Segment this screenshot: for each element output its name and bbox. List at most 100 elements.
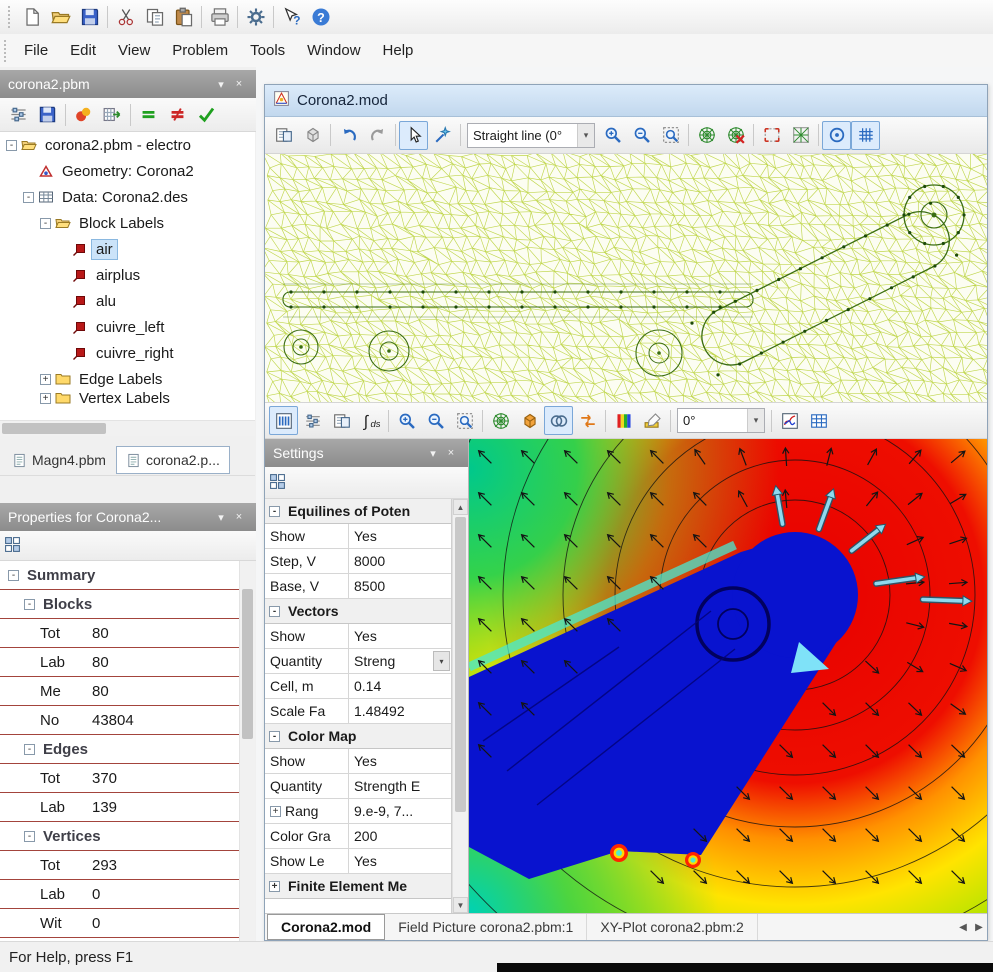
tree-item-cuivre-left[interactable]: cuivre_left	[0, 314, 255, 340]
prop-row-lab-0[interactable]: Lab0	[0, 880, 239, 909]
scroll-down-button[interactable]: ▼	[453, 897, 468, 913]
tree-item-air[interactable]: air	[0, 236, 255, 262]
cube-orange-button[interactable]	[515, 406, 544, 435]
tree-item-cuivre-right[interactable]: cuivre_right	[0, 340, 255, 366]
prop-row-tot-293[interactable]: Tot293	[0, 851, 239, 880]
field-value[interactable]: Streng▾	[349, 649, 451, 673]
prop-row-me-80[interactable]: Me80	[0, 677, 239, 706]
prop-section-blocks[interactable]: -Blocks	[0, 590, 239, 619]
zoom-dynamic-button[interactable]	[428, 121, 457, 150]
menu-window[interactable]: Window	[296, 34, 371, 67]
open-folder-button[interactable]	[46, 3, 75, 32]
tree-item-block-labels[interactable]: -Block Labels	[0, 210, 255, 236]
expand-toggle[interactable]: -	[24, 599, 35, 610]
settings-section-color-map[interactable]: -Color Map	[265, 724, 451, 749]
prop-section-edges[interactable]: -Edges	[0, 735, 239, 764]
prop-row-tot-370[interactable]: Tot370	[0, 764, 239, 793]
zoom-in-button[interactable]	[598, 121, 627, 150]
menu-problem[interactable]: Problem	[161, 34, 239, 67]
prop-row-no-43804[interactable]: No43804	[0, 706, 239, 735]
vertical-scrollbar[interactable]	[239, 561, 255, 941]
select-region-button[interactable]	[757, 121, 786, 150]
settings-gear-button[interactable]	[241, 3, 270, 32]
menu-view[interactable]: View	[107, 34, 161, 67]
zoom-out-button[interactable]	[627, 121, 656, 150]
field-value[interactable]: Yes	[349, 749, 451, 773]
collapse-panel-button[interactable]: ▾	[212, 511, 230, 524]
vertical-scrollbar[interactable]: ▲ ▼	[452, 499, 468, 913]
expand-toggle[interactable]: -	[40, 218, 51, 229]
select-arrow-button[interactable]	[399, 121, 428, 150]
angle-select-dropdown[interactable]: 0°▾	[677, 408, 765, 433]
settings-section-equilines-of-poten[interactable]: -Equilines of Poten	[265, 499, 451, 524]
scrollbar-thumb[interactable]	[242, 589, 253, 739]
copy-picture-button[interactable]	[269, 121, 298, 150]
cut-button[interactable]	[111, 3, 140, 32]
mesh-build-button[interactable]	[692, 121, 721, 150]
field-value[interactable]: 9.e-9, 7...	[349, 799, 451, 823]
line-select-dropdown[interactable]: Straight line (0°▾	[467, 123, 595, 148]
expand-toggle[interactable]: -	[269, 506, 280, 517]
menu-tools[interactable]: Tools	[239, 34, 296, 67]
nav-prev-button[interactable]: ◀	[955, 914, 971, 940]
field-value[interactable]: 8000	[349, 549, 451, 573]
prop-row-wit-0[interactable]: Wit0	[0, 909, 239, 938]
transfer-arrows-button[interactable]	[573, 406, 602, 435]
properties-sliders-button[interactable]	[298, 406, 327, 435]
contour-picture-button[interactable]	[269, 406, 298, 435]
check-green-button[interactable]	[192, 100, 221, 129]
save-button[interactable]	[33, 100, 62, 129]
prop-section-summary[interactable]: -Summary	[0, 561, 239, 590]
collapse-panel-button[interactable]: ▾	[212, 78, 230, 91]
paste-button[interactable]	[169, 3, 198, 32]
collapse-panel-button[interactable]: ▾	[424, 447, 442, 460]
field-value[interactable]: 200	[349, 824, 451, 848]
copy-button[interactable]	[140, 3, 169, 32]
point-snap-button[interactable]	[822, 121, 851, 150]
properties-sliders-button[interactable]	[4, 100, 33, 129]
zoom-out-button[interactable]	[421, 406, 450, 435]
prop-section-vertices[interactable]: -Vertices	[0, 822, 239, 851]
table-button[interactable]	[804, 406, 833, 435]
zoom-extents-button[interactable]	[656, 121, 685, 150]
close-panel-button[interactable]: ×	[230, 78, 248, 90]
tree-item-geometry-corona2[interactable]: Geometry: Corona2	[0, 158, 255, 184]
tree-item-alu[interactable]: alu	[0, 288, 255, 314]
circles-double-button[interactable]	[544, 406, 573, 435]
nav-next-button[interactable]: ▶	[971, 914, 987, 940]
mesh-delete-button[interactable]	[721, 121, 750, 150]
expand-toggle[interactable]: -	[24, 831, 35, 842]
integral-button[interactable]: ∫ds	[356, 406, 385, 435]
export-grid-button[interactable]	[98, 100, 127, 129]
prop-row-lab-80[interactable]: Lab80	[0, 648, 239, 677]
grid-button[interactable]	[851, 121, 880, 150]
scrollbar-thumb[interactable]	[455, 517, 466, 812]
mesh-build-button[interactable]	[486, 406, 515, 435]
print-button[interactable]	[205, 3, 234, 32]
chevron-down-icon[interactable]: ▾	[433, 651, 450, 671]
help-button[interactable]: ?	[306, 3, 335, 32]
tree-item-edge-labels[interactable]: +Edge Labels	[0, 366, 255, 392]
view-tab-xy-plot-corona2-pbm-2[interactable]: XY-Plot corona2.pbm:2	[587, 914, 757, 940]
palette-edit-button[interactable]	[638, 406, 667, 435]
field-picture[interactable]	[469, 439, 987, 913]
expand-toggle[interactable]: +	[270, 806, 281, 817]
field-value[interactable]: Yes	[349, 524, 451, 548]
expand-toggle[interactable]: -	[269, 731, 280, 742]
redo-button[interactable]	[363, 121, 392, 150]
field-value[interactable]: Yes	[349, 849, 451, 873]
menu-file[interactable]: File	[13, 34, 59, 67]
expand-toggle[interactable]: -	[8, 570, 19, 581]
field-value[interactable]: Strength E	[349, 774, 451, 798]
undo-button[interactable]	[334, 121, 363, 150]
tree-item-data-corona2-des[interactable]: -Data: Corona2.des	[0, 184, 255, 210]
settings-section-vectors[interactable]: -Vectors	[265, 599, 451, 624]
close-panel-button[interactable]: ×	[230, 511, 248, 523]
xy-plot-button[interactable]	[775, 406, 804, 435]
expand-toggle[interactable]: -	[24, 744, 35, 755]
solve-button[interactable]	[69, 100, 98, 129]
horizontal-scrollbar[interactable]	[0, 420, 255, 436]
expand-toggle[interactable]: -	[23, 192, 34, 203]
expand-toggle[interactable]: -	[269, 606, 280, 617]
expand-toggle[interactable]: +	[40, 393, 51, 404]
